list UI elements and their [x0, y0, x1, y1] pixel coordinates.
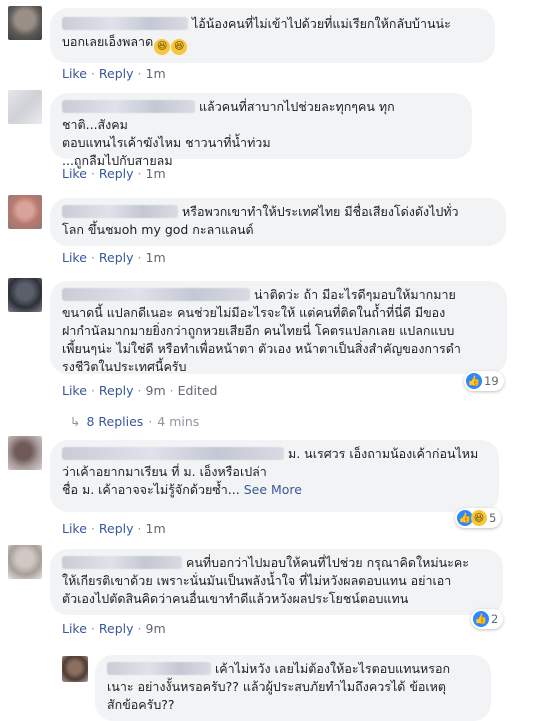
thumbs-up-icon: 👍 [473, 611, 489, 627]
comment-text-line: ตอบแทนไรเค้าฆังไหม ชาวนาที่น้ำท่วม [62, 135, 271, 150]
reaction-count-badge[interactable]: 👍 😆 5 [455, 508, 502, 528]
comment-text-line: น่าติดว่ะ ถ้า มีอะไรดีๆมอบให้มากมาย [254, 287, 456, 302]
see-more-link[interactable]: See More [244, 482, 302, 497]
reply-arrow-icon: ↳ [70, 414, 81, 429]
timestamp[interactable]: 1m [146, 66, 166, 81]
avatar[interactable] [8, 545, 42, 579]
author-name-redacted[interactable] [62, 17, 188, 30]
author-name-redacted[interactable] [62, 447, 284, 460]
timestamp[interactable]: 1m [146, 250, 166, 265]
author-name-redacted[interactable] [62, 288, 250, 301]
comment-bubble: หรือพวกเขาทำให้ประเทศไทย มีชื่อเสียงโด่ง… [50, 198, 506, 246]
author-name-redacted[interactable] [62, 556, 182, 569]
like-link[interactable]: Like [62, 621, 87, 636]
comment-bubble: น่าติดว่ะ ถ้า มีอะไรดีๆมอบให้มากมาย ขนาด… [50, 281, 507, 374]
edited-label[interactable]: Edited [178, 383, 218, 398]
comment-bubble: ไอ้น้องคนที่ไม่เข้าไปด้วยที่แม่เรียกให้ก… [50, 8, 495, 63]
like-link[interactable]: Like [62, 383, 87, 398]
comment-actions: Like · Reply · 1m [62, 66, 166, 81]
comment-text-line: ฝากำนัลมากมายยิ่งกว่าถูกหวยเสียอีก คนไทย… [62, 323, 455, 338]
comment-text-line: เพี้ยนๆน่ะ ไม่ใช่ดี หรือทำเพื่อหน้าตา ตั… [62, 341, 461, 356]
view-replies-link[interactable]: ↳ 8 Replies · 4 mins [70, 414, 199, 429]
comment-text-line: หรือพวกเขาทำให้ประเทศไทย มีชื่อเสียงโด่ง… [182, 204, 459, 219]
reply-link[interactable]: Reply [99, 521, 134, 536]
author-name-redacted[interactable] [62, 100, 195, 113]
like-link[interactable]: Like [62, 521, 87, 536]
avatar[interactable] [8, 6, 42, 40]
timestamp[interactable]: 1m [146, 521, 166, 536]
avatar[interactable] [8, 436, 42, 470]
comment-actions: Like · Reply · 1m [62, 166, 166, 181]
comment-text-line: ตัวเองไปตัดสินคิดว่าคนอื่นเขาทำดีแล้วหวั… [62, 591, 409, 606]
comment-text-line: เนาะ อย่างงั้นหรอครับ?? แล้วผู้ประสบภัยท… [107, 679, 447, 694]
like-link[interactable]: Like [62, 66, 87, 81]
thumbs-up-icon: 👍 [466, 373, 482, 389]
replies-count[interactable]: 8 Replies [86, 414, 143, 429]
avatar[interactable] [62, 656, 88, 682]
avatar[interactable] [8, 195, 42, 229]
laughing-emoji-icon: 😆 [154, 39, 171, 55]
like-link[interactable]: Like [62, 250, 87, 265]
author-name-redacted[interactable] [107, 662, 211, 675]
comment-text-line: รงชีวิตในประเทศนี้ครับ [62, 359, 187, 374]
comment-bubble: เค้าไม่หวัง เลยไม่ต้องให้อะไรตอบแทนหรอก … [95, 655, 491, 721]
comment-bubble: คนที่บอกว่าไปมอบให้คนที่ไปช่วย กรุณาคิดใ… [50, 549, 503, 615]
reply-link[interactable]: Reply [99, 66, 134, 81]
comment-text-line: โลก ขึ้นชมoh my god กะลาแลนด์ [62, 222, 254, 237]
reaction-count-badge[interactable]: 👍 19 [464, 371, 504, 391]
comment-text-line: ชื่อ ม. เค้าอาจจะไม่รู้จักด้วยซ้ำ... [62, 482, 240, 497]
comment-text-line: สักข้อครับ?? [107, 697, 175, 712]
reply-link[interactable]: Reply [99, 383, 134, 398]
author-name-redacted[interactable] [62, 205, 178, 218]
reply-link[interactable]: Reply [99, 621, 134, 636]
comment-text-line: ว่าเค้าอยากมาเรียน ที่ ม. เอ็งหรือเปล่า [62, 464, 267, 479]
comment-text-line: ม. นเรศวร เอ็งถามน้องเค้าก่อนไหม [288, 446, 479, 461]
comment-actions: Like · Reply · 9m [62, 621, 166, 636]
reply-link[interactable]: Reply [99, 250, 134, 265]
laughing-emoji-icon: 😆 [171, 39, 188, 55]
comment-actions: Like · Reply · 1m [62, 521, 166, 536]
reaction-count-badge[interactable]: 👍 2 [471, 609, 504, 629]
comment-bubble: ม. นเรศวร เอ็งถามน้องเค้าก่อนไหม ว่าเค้า… [50, 440, 499, 512]
comment-text-line: ขนาดนี้ แปลกดีเนอะ คนช่วยไม่มีอะไรจะให้ … [62, 305, 446, 320]
comment-bubble: แล้วคนที่สาบากไปช่วยละทุกๆคน ทุกชาติ...ส… [50, 93, 472, 168]
comment-actions: Like · Reply · 1m [62, 250, 166, 265]
avatar[interactable] [8, 90, 42, 124]
comment-text-line: ให้เกียรติเขาด้วย เพราะนั่นมันเป็นพลังน้… [62, 573, 452, 588]
avatar[interactable] [8, 278, 42, 312]
comment-actions: Like · Reply · 9m · Edited [62, 383, 218, 398]
comment-text-line: เค้าไม่หวัง เลยไม่ต้องให้อะไรตอบแทนหรอก [215, 661, 451, 676]
timestamp[interactable]: 1m [146, 166, 166, 181]
comment-text-line: ไอ้น้องคนที่ไม่เข้าไปด้วยที่แม่เรียกให้ก… [192, 16, 451, 31]
comment-text-line: บอกเลยเอ็งพลาด [62, 34, 154, 49]
reply-link[interactable]: Reply [99, 166, 134, 181]
timestamp[interactable]: 9m [146, 621, 166, 636]
like-link[interactable]: Like [62, 166, 87, 181]
replies-time: 4 mins [157, 414, 200, 429]
laughing-face-icon: 😆 [471, 510, 487, 526]
comment-text-line: คนที่บอกว่าไปมอบให้คนที่ไปช่วย กรุณาคิดใ… [186, 555, 469, 570]
timestamp[interactable]: 9m [146, 383, 166, 398]
